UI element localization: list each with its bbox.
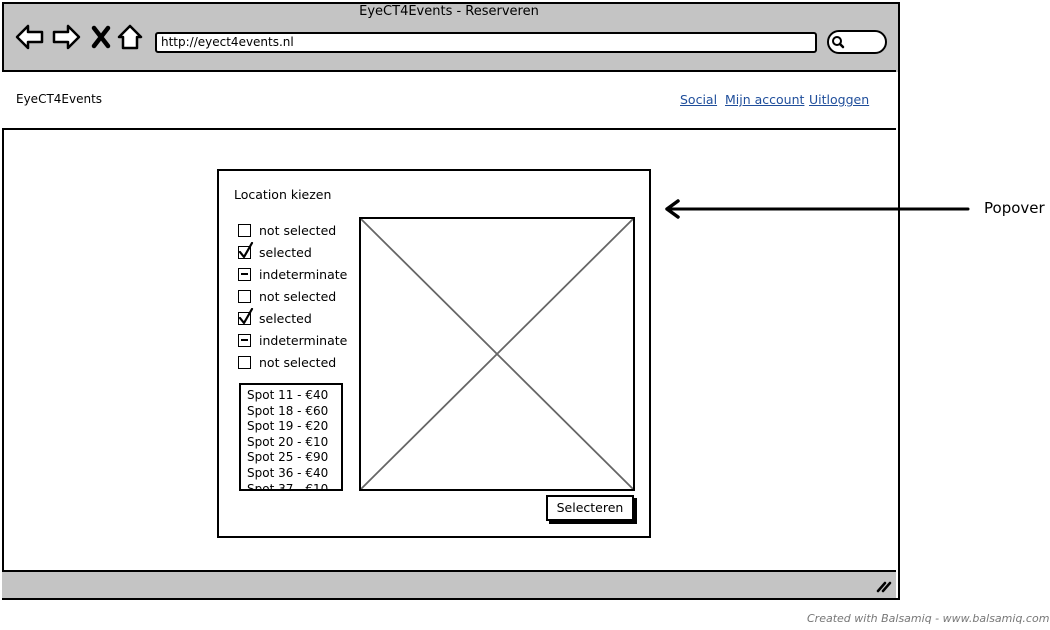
checkbox-label: selected <box>259 310 312 326</box>
checkbox-indeterminate[interactable] <box>238 333 251 347</box>
checkbox-label: selected <box>259 244 312 260</box>
nav-link-social[interactable]: Social <box>680 92 717 107</box>
browser-search-field[interactable] <box>827 30 887 54</box>
checkbox-label: indeterminate <box>259 332 348 348</box>
home-icon[interactable] <box>116 22 144 52</box>
checkbox-row[interactable]: not selected <box>238 288 336 304</box>
list-item[interactable]: Spot 18 - €60 <box>241 404 341 420</box>
spot-list[interactable]: Spot 11 - €40 Spot 18 - €60 Spot 19 - €2… <box>239 383 343 491</box>
nav-link-logout[interactable]: Uitloggen <box>809 92 869 107</box>
annotation-arrow-icon <box>664 198 974 224</box>
checkbox-unchecked[interactable] <box>238 289 251 303</box>
checkmark-icon <box>238 241 254 258</box>
checkbox-label: not selected <box>259 354 337 370</box>
checkbox-row[interactable]: indeterminate <box>238 332 347 348</box>
forward-arrow-icon[interactable] <box>51 22 81 52</box>
popover-title: Location kiezen <box>234 187 332 202</box>
list-item[interactable]: Spot 20 - €10 <box>241 435 341 451</box>
status-bar <box>2 570 896 598</box>
checkbox-label: indeterminate <box>259 266 348 282</box>
checkbox-row[interactable]: not selected <box>238 354 336 370</box>
checkbox-label: not selected <box>259 222 337 238</box>
list-item[interactable]: Spot 37 - €10 <box>241 482 341 489</box>
list-item[interactable]: Spot 11 - €40 <box>241 388 341 404</box>
stop-x-icon[interactable] <box>89 22 113 52</box>
nav-link-my-account[interactable]: Mijn account <box>725 92 804 107</box>
checkbox-row[interactable]: selected <box>238 307 312 326</box>
dash-icon <box>241 339 248 341</box>
select-button[interactable]: Selecteren <box>546 495 634 521</box>
checkbox-unchecked[interactable] <box>238 355 251 369</box>
checkbox-label: not selected <box>259 288 337 304</box>
search-icon <box>832 36 845 49</box>
window-title: EyeCT4Events - Reserveren <box>359 4 539 19</box>
checkbox-row[interactable]: indeterminate <box>238 266 347 282</box>
site-brand: EyeCT4Events <box>16 92 103 106</box>
credit-text: Created with Balsamiq - www.balsamiq.com <box>807 612 1050 625</box>
annotation-label: Popover <box>984 199 1045 217</box>
image-placeholder <box>359 217 635 491</box>
checkbox-checked[interactable] <box>238 241 254 259</box>
checkbox-checked[interactable] <box>238 307 254 325</box>
list-item[interactable]: Spot 19 - €20 <box>241 419 341 435</box>
dash-icon <box>241 273 248 275</box>
back-arrow-icon[interactable] <box>15 22 45 52</box>
checkbox-row[interactable]: not selected <box>238 222 336 238</box>
checkbox-indeterminate[interactable] <box>238 267 251 281</box>
checkbox-unchecked[interactable] <box>238 223 251 237</box>
checkbox-row[interactable]: selected <box>238 241 312 260</box>
resize-grip-icon[interactable] <box>876 578 892 597</box>
list-item[interactable]: Spot 36 - €40 <box>241 466 341 482</box>
list-item[interactable]: Spot 25 - €90 <box>241 450 341 466</box>
checkmark-icon <box>238 307 254 324</box>
url-bar[interactable]: http://eyect4events.nl <box>155 32 817 53</box>
